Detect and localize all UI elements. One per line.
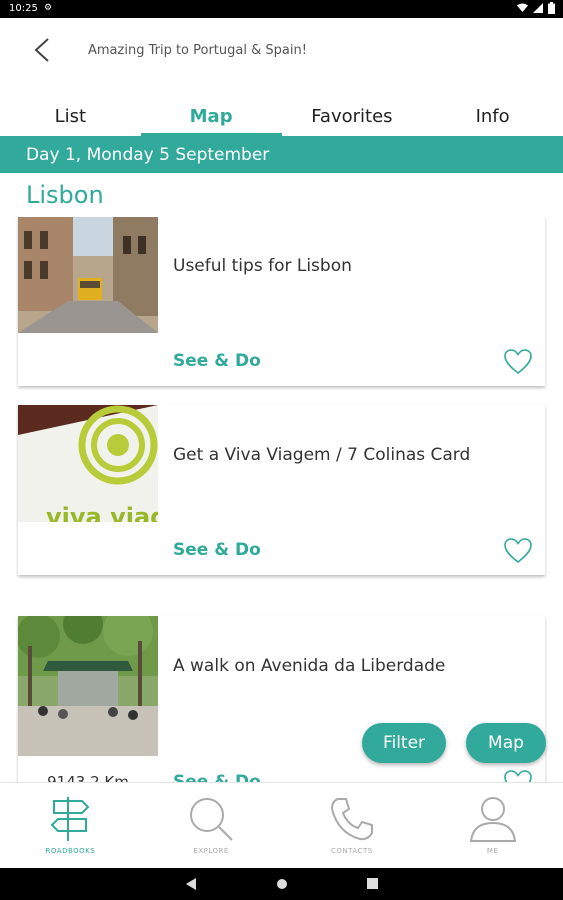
settings-gear-icon: ⚙	[44, 3, 53, 13]
bottom-navigation: ROADBOOKS EXPLORE CONTACTS ME	[0, 782, 563, 869]
nav-label: CONTACTS	[331, 847, 373, 855]
nav-label: ROADBOOKS	[45, 847, 96, 855]
card-category: See & Do	[173, 351, 261, 371]
tab-bar: List Map Favorites Info	[0, 100, 563, 136]
wifi-icon	[517, 3, 528, 12]
avenida-cafe-photo	[18, 616, 158, 756]
day-label: Day 1, Monday 5 September	[26, 145, 270, 165]
list-item[interactable]: Useful tips for Lisbon See & Do	[18, 217, 545, 386]
system-navigation-bar	[0, 868, 563, 900]
nav-explore[interactable]: EXPLORE	[141, 783, 282, 869]
signpost-icon	[50, 797, 90, 841]
back-arrow-icon[interactable]	[28, 36, 56, 64]
app-header: Amazing Trip to Portugal & Spain!	[0, 18, 563, 82]
search-icon	[190, 798, 233, 841]
nav-me[interactable]: ME	[422, 783, 563, 869]
nav-label: ME	[486, 847, 499, 855]
back-triangle-icon[interactable]	[186, 878, 196, 890]
heart-icon[interactable]	[504, 770, 532, 782]
activity-list[interactable]: Useful tips for Lisbon See & Do viva via…	[0, 217, 563, 782]
list-item[interactable]: viva viagem Get a Viva Viagem / 7 Colina…	[18, 405, 545, 575]
card-title: Useful tips for Lisbon	[173, 256, 352, 276]
recents-square-icon[interactable]	[367, 878, 378, 889]
nav-label: EXPLORE	[193, 847, 229, 855]
nav-contacts[interactable]: CONTACTS	[282, 783, 423, 869]
signal-icon	[533, 3, 543, 13]
card-title: Get a Viva Viagem / 7 Colinas Card	[173, 445, 471, 465]
list-item[interactable]: A walk on Avenida da Liberdade See & Do …	[18, 616, 545, 782]
map-button[interactable]: Map	[466, 723, 546, 763]
status-icons	[517, 2, 555, 14]
status-time: 10:25	[9, 3, 38, 14]
city-heading: Lisbon	[26, 181, 104, 209]
tab-info[interactable]: Info	[422, 100, 563, 136]
trip-title: Amazing Trip to Portugal & Spain!	[88, 43, 307, 58]
battery-icon	[548, 2, 555, 14]
viva-viagem-card-photo: viva viagem	[18, 405, 158, 522]
card-distance: 9143.2 Km	[47, 773, 129, 782]
home-circle-icon[interactable]	[276, 878, 288, 890]
person-icon	[469, 797, 516, 842]
day-header: Day 1, Monday 5 September	[0, 136, 563, 173]
heart-icon[interactable]	[504, 349, 532, 375]
heart-icon[interactable]	[504, 538, 532, 564]
card-category: See & Do	[173, 540, 261, 560]
tram-street-photo	[18, 217, 158, 333]
nav-roadbooks[interactable]: ROADBOOKS	[0, 783, 141, 869]
card-category: See & Do	[173, 772, 261, 782]
card-title: A walk on Avenida da Liberdade	[173, 656, 446, 676]
tab-list[interactable]: List	[0, 100, 141, 136]
phone-icon	[330, 798, 373, 841]
filter-button[interactable]: Filter	[362, 723, 446, 763]
tab-favorites[interactable]: Favorites	[282, 100, 423, 136]
tab-map[interactable]: Map	[140, 100, 282, 136]
card-image-text: viva viagem	[46, 503, 158, 522]
status-bar: 10:25 ⚙	[0, 0, 563, 18]
